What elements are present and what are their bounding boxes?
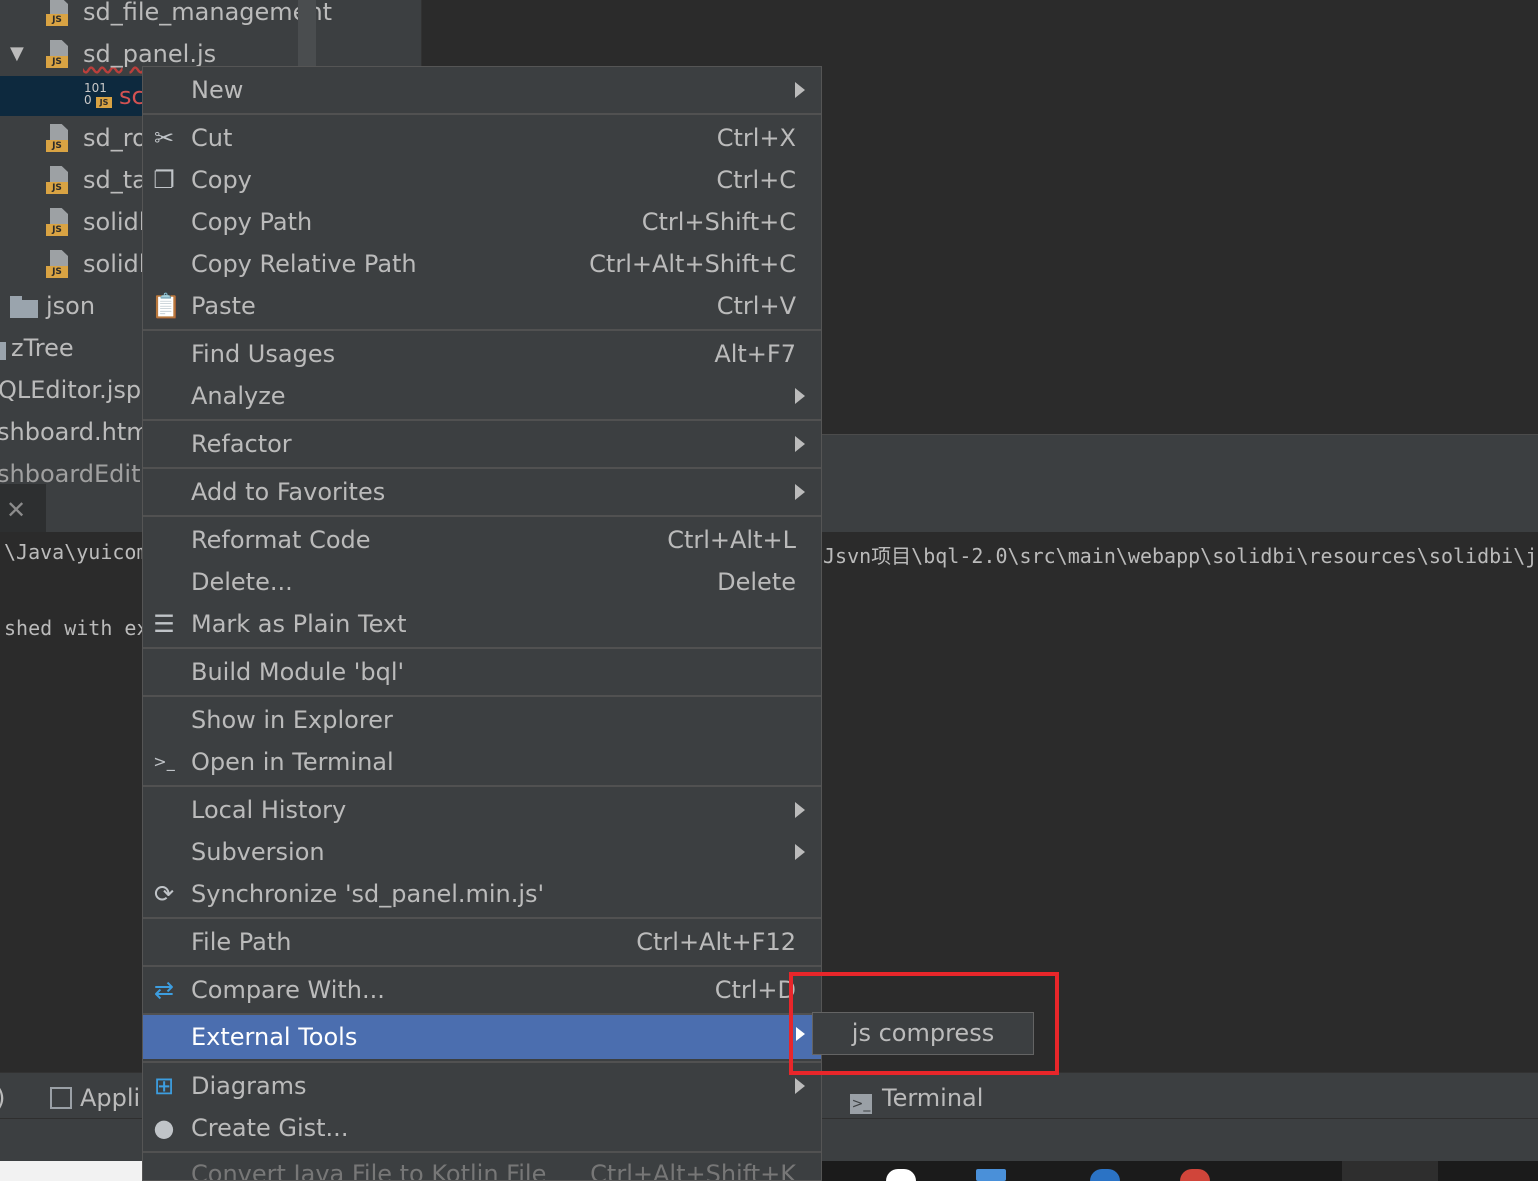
js-file-icon: JS xyxy=(46,166,74,194)
menu-item-external-tools[interactable]: External Tools xyxy=(143,1015,821,1059)
menu-separator xyxy=(143,419,821,421)
taskbar-app-icon[interactable] xyxy=(976,1169,1006,1181)
submenu-arrow-icon xyxy=(795,1078,805,1094)
plain-text-icon: ☰ xyxy=(153,610,175,638)
menu-separator xyxy=(143,329,821,331)
close-icon[interactable]: ✕ xyxy=(6,496,26,524)
sync-icon: ⟳ xyxy=(153,880,175,908)
menu-item-cut[interactable]: ✂ Cut Ctrl+X xyxy=(143,117,821,159)
taskbar-app-icon[interactable] xyxy=(886,1169,916,1181)
menu-separator xyxy=(143,113,821,115)
js-file-icon: JS xyxy=(46,250,74,278)
menu-separator xyxy=(143,965,821,967)
menu-item-local-history[interactable]: Local History xyxy=(143,789,821,831)
folder-icon xyxy=(10,292,40,318)
submenu-arrow-icon xyxy=(795,82,805,98)
menu-item-paste[interactable]: 📋 Paste Ctrl+V xyxy=(143,285,821,327)
expand-arrow-icon[interactable]: ▼ xyxy=(10,34,24,74)
compare-arrows-icon: ⇄ xyxy=(153,976,175,1004)
submenu-arrow-icon xyxy=(795,802,805,818)
console-line-2: shed with ex xyxy=(4,616,149,640)
menu-item-build-module[interactable]: Build Module 'bql' xyxy=(143,651,821,693)
console-line-1-right: Jsvn项目\bql-2.0\src\main\webapp\solidbi\r… xyxy=(823,544,1538,568)
menu-item-find-usages[interactable]: Find Usages Alt+F7 xyxy=(143,333,821,375)
js-file-icon: JS xyxy=(46,124,74,152)
minified-js-icon: 101 0 JS xyxy=(84,82,114,110)
menu-item-open-in-terminal[interactable]: >_ Open in Terminal xyxy=(143,741,821,783)
taskbar-app-icon[interactable] xyxy=(1090,1169,1120,1181)
menu-item-create-gist[interactable]: ● Create Gist... xyxy=(143,1107,821,1149)
menu-separator xyxy=(143,785,821,787)
tool-fragment[interactable]: ) xyxy=(0,1073,5,1119)
terminal-icon: >_ xyxy=(850,1094,872,1114)
diagram-icon: ⊞ xyxy=(153,1072,175,1100)
js-file-icon: JS xyxy=(46,0,74,26)
menu-item-copy-relative-path[interactable]: Copy Relative Path Ctrl+Alt+Shift+C xyxy=(143,243,821,285)
submenu-arrow-icon xyxy=(795,844,805,860)
menu-item-file-path[interactable]: File Path Ctrl+Alt+F12 xyxy=(143,921,821,963)
tree-item-sd-file-management[interactable]: JS sd_file_management xyxy=(0,0,422,32)
tool-terminal[interactable]: >_ Terminal xyxy=(850,1073,983,1119)
js-file-icon: JS xyxy=(46,40,74,68)
menu-separator xyxy=(143,467,821,469)
tree-scrollbar[interactable] xyxy=(298,0,316,70)
menu-item-analyze[interactable]: Analyze xyxy=(143,375,821,417)
taskbar-app-icon[interactable] xyxy=(1180,1169,1210,1181)
menu-item-delete[interactable]: Delete... Delete xyxy=(143,561,821,603)
menu-item-add-to-favorites[interactable]: Add to Favorites xyxy=(143,471,821,513)
submenu-arrow-icon xyxy=(795,436,805,452)
copy-icon: ❐ xyxy=(153,166,175,194)
context-menu: New ✂ Cut Ctrl+X ❐ Copy Ctrl+C Copy Path Ct… xyxy=(142,66,822,1181)
submenu-arrow-icon xyxy=(795,388,805,404)
terminal-icon: >_ xyxy=(153,752,175,771)
taskbar-search-area[interactable] xyxy=(0,1161,142,1181)
taskbar-active-app[interactable] xyxy=(1342,1161,1438,1181)
menu-item-reformat-code[interactable]: Reformat Code Ctrl+Alt+L xyxy=(143,519,821,561)
js-file-icon: JS xyxy=(46,208,74,236)
menu-separator xyxy=(143,647,821,649)
application-servers-icon xyxy=(50,1087,72,1109)
menu-item-compare-with[interactable]: ⇄ Compare With... Ctrl+D xyxy=(143,969,821,1011)
clipboard-icon: 📋 xyxy=(151,292,181,320)
github-icon: ● xyxy=(153,1114,175,1142)
annotation-highlight-box xyxy=(789,972,1059,1075)
menu-item-diagrams[interactable]: ⊞ Diagrams xyxy=(143,1065,821,1107)
menu-item-new[interactable]: New xyxy=(143,69,821,111)
menu-item-subversion[interactable]: Subversion xyxy=(143,831,821,873)
menu-separator xyxy=(143,515,821,517)
menu-item-copy[interactable]: ❐ Copy Ctrl+C xyxy=(143,159,821,201)
menu-item-copy-path[interactable]: Copy Path Ctrl+Shift+C xyxy=(143,201,821,243)
menu-item-refactor[interactable]: Refactor xyxy=(143,423,821,465)
tool-application-servers[interactable]: Appli xyxy=(50,1073,140,1119)
menu-item-show-in-explorer[interactable]: Show in Explorer xyxy=(143,699,821,741)
menu-item-synchronize[interactable]: ⟳ Synchronize 'sd_panel.min.js' xyxy=(143,873,821,915)
menu-separator xyxy=(143,917,821,919)
menu-separator xyxy=(143,695,821,697)
menu-item-mark-plain-text[interactable]: ☰ Mark as Plain Text xyxy=(143,603,821,645)
folder-icon xyxy=(0,334,8,360)
console-line-1-left: \Java\yuicom xyxy=(4,540,149,564)
scissors-icon: ✂ xyxy=(153,124,175,152)
submenu-arrow-icon xyxy=(795,484,805,500)
menu-separator xyxy=(143,1061,821,1063)
menu-item-convert-java[interactable]: Convert Java File to Kotlin File Ctrl+Alt… xyxy=(143,1153,821,1180)
